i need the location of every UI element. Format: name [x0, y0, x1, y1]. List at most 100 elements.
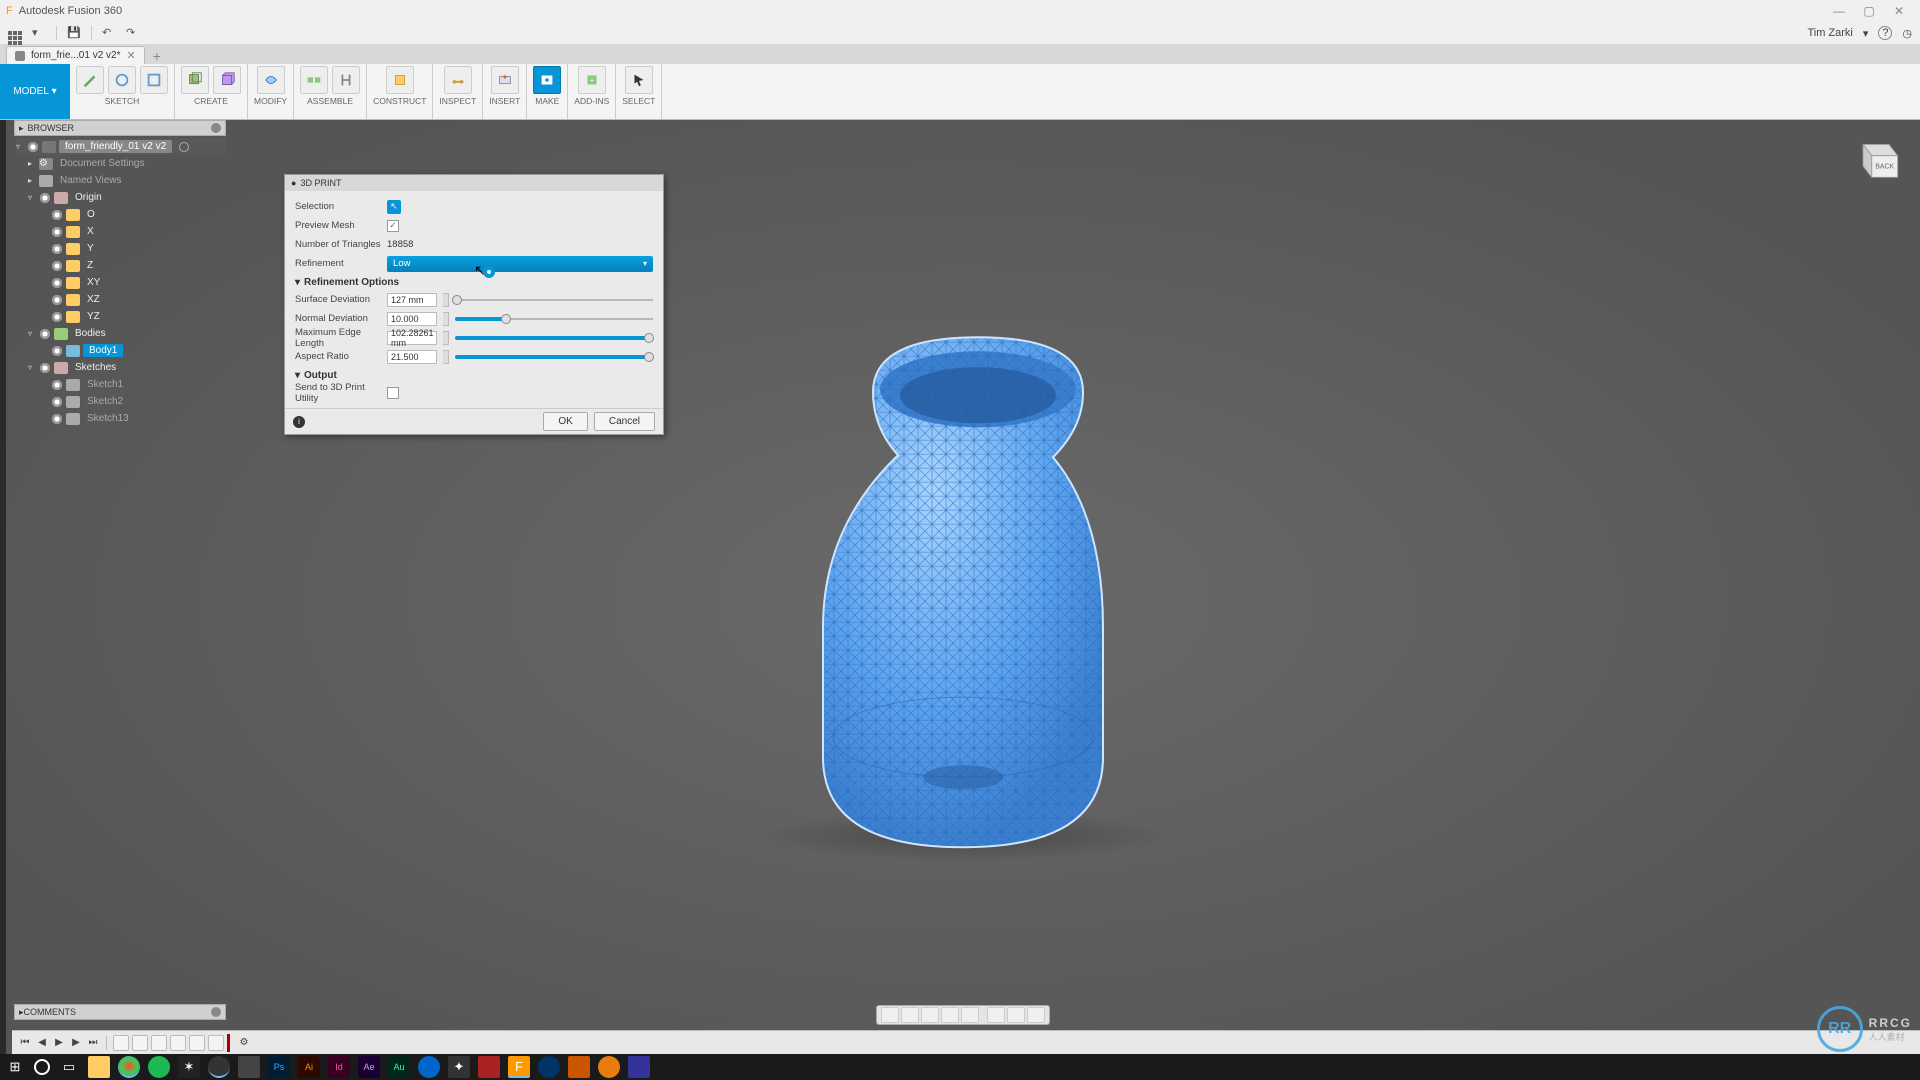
3d-viewport[interactable]: ▸ BROWSER ▿form_friendly_01 v2 v2 ▸⚙Docu…	[6, 120, 1920, 1080]
task-app8[interactable]	[628, 1056, 650, 1078]
task-app5[interactable]	[478, 1056, 500, 1078]
cancel-button[interactable]: Cancel	[594, 412, 655, 431]
task-ae[interactable]: Ae	[358, 1056, 380, 1078]
timeline-settings-icon[interactable]: ⚙	[237, 1036, 251, 1050]
task-app4[interactable]: ✦	[448, 1056, 470, 1078]
close-button[interactable]: ✕	[1884, 4, 1914, 18]
timeline-play[interactable]: ▶	[52, 1036, 66, 1050]
help-icon[interactable]: ?	[1878, 26, 1892, 40]
task-fusion[interactable]: F	[508, 1056, 530, 1078]
timeline-feature-6[interactable]	[208, 1035, 224, 1051]
create-tool-2[interactable]	[213, 66, 241, 94]
addins-tool[interactable]: +	[578, 66, 606, 94]
task-app2[interactable]	[238, 1056, 260, 1078]
tree-body1[interactable]: Body1	[16, 342, 226, 359]
refinement-dropdown[interactable]: Low▾	[387, 256, 653, 272]
sketch-tool-3[interactable]	[140, 66, 168, 94]
task-ps[interactable]: Ps	[268, 1056, 290, 1078]
output-section[interactable]: ▾Output	[295, 370, 653, 381]
insert-tool[interactable]	[491, 66, 519, 94]
info-icon[interactable]: i	[293, 416, 305, 428]
comments-panel-header[interactable]: ▸COMMENTS	[14, 1004, 226, 1020]
viewcube[interactable]: BACK	[1850, 134, 1902, 186]
task-explorer[interactable]	[88, 1056, 110, 1078]
sketch-tool-1[interactable]	[76, 66, 104, 94]
tree-origin[interactable]: ▿Origin	[16, 189, 226, 206]
task-ai[interactable]: Ai	[298, 1056, 320, 1078]
task-app7[interactable]	[568, 1056, 590, 1078]
viewport-layout[interactable]	[1027, 1007, 1045, 1023]
save-icon[interactable]: 💾	[67, 26, 81, 40]
tree-sketch13[interactable]: Sketch13	[16, 410, 226, 427]
selection-picker[interactable]: ↖	[387, 200, 401, 214]
tab-close-icon[interactable]: ✕	[126, 49, 135, 62]
user-name[interactable]: Tim Zarki	[1807, 27, 1852, 39]
workspace-switcher[interactable]: MODEL ▾	[0, 64, 70, 119]
tree-origin-o[interactable]: O	[16, 206, 226, 223]
tree-origin-x[interactable]: X	[16, 223, 226, 240]
select-tool[interactable]	[625, 66, 653, 94]
tree-sketch2[interactable]: Sketch2	[16, 393, 226, 410]
tree-sketches[interactable]: ▿Sketches	[16, 359, 226, 376]
ok-button[interactable]: OK	[543, 412, 587, 431]
task-au[interactable]: Au	[388, 1056, 410, 1078]
surface-dev-slider[interactable]	[455, 293, 653, 307]
user-menu-caret[interactable]: ▾	[1863, 27, 1869, 40]
tree-doc-settings[interactable]: ▸⚙Document Settings	[16, 155, 226, 172]
timeline-prev[interactable]: ◀	[35, 1036, 49, 1050]
timeline-feature-4[interactable]	[170, 1035, 186, 1051]
tree-origin-y[interactable]: Y	[16, 240, 226, 257]
nav-orbit[interactable]	[881, 1007, 899, 1023]
timeline-feature-2[interactable]	[132, 1035, 148, 1051]
preview-checkbox[interactable]: ✓	[387, 220, 399, 232]
normal-dev-slider[interactable]	[455, 312, 653, 326]
surface-dev-input[interactable]: 127 mm	[387, 293, 437, 307]
activate-icon[interactable]	[179, 142, 189, 152]
cortana-icon[interactable]	[34, 1059, 50, 1075]
task-obs[interactable]	[208, 1056, 230, 1078]
task-blender[interactable]	[598, 1056, 620, 1078]
assemble-tool-1[interactable]	[300, 66, 328, 94]
sketch-tool-2[interactable]	[108, 66, 136, 94]
start-button[interactable]: ⊞	[4, 1056, 26, 1078]
task-app3[interactable]	[418, 1056, 440, 1078]
grid-settings[interactable]	[1007, 1007, 1025, 1023]
aspect-input[interactable]: 21.500	[387, 350, 437, 364]
tree-origin-xz[interactable]: XZ	[16, 291, 226, 308]
comments-settings-icon[interactable]	[211, 1007, 221, 1017]
nav-fit[interactable]	[961, 1007, 979, 1023]
task-app6[interactable]	[538, 1056, 560, 1078]
browser-settings-icon[interactable]	[211, 123, 221, 133]
modify-tool[interactable]	[257, 66, 285, 94]
timeline-feature-3[interactable]	[151, 1035, 167, 1051]
task-spotify[interactable]	[148, 1056, 170, 1078]
construct-tool[interactable]	[386, 66, 414, 94]
tree-origin-xy[interactable]: XY	[16, 274, 226, 291]
maximize-button[interactable]: ▢	[1854, 4, 1884, 18]
tree-named-views[interactable]: ▸Named Views	[16, 172, 226, 189]
send-checkbox[interactable]	[387, 387, 399, 399]
maxedge-slider[interactable]	[455, 331, 653, 345]
display-settings[interactable]	[987, 1007, 1005, 1023]
dialog-titlebar[interactable]: ●3D PRINT	[285, 175, 663, 191]
apps-icon[interactable]	[8, 26, 22, 40]
file-menu[interactable]: ▾	[32, 26, 46, 40]
aspect-slider[interactable]	[455, 350, 653, 364]
new-tab-button[interactable]: +	[147, 48, 167, 64]
undo-icon[interactable]: ↶	[102, 26, 116, 40]
timeline-end[interactable]: ⏭	[86, 1036, 100, 1050]
clock-icon[interactable]: ◷	[1902, 27, 1912, 40]
browser-panel-header[interactable]: ▸ BROWSER	[14, 120, 226, 136]
timeline-marker[interactable]	[227, 1034, 230, 1052]
document-tab[interactable]: form_frie...01 v2 v2* ✕	[6, 46, 145, 64]
inspect-tool[interactable]	[444, 66, 472, 94]
assemble-tool-2[interactable]	[332, 66, 360, 94]
tree-sketch1[interactable]: Sketch1	[16, 376, 226, 393]
maxedge-input[interactable]: 102.28261 mm	[387, 331, 437, 345]
make-3dprint-tool[interactable]	[533, 66, 561, 94]
task-id[interactable]: Id	[328, 1056, 350, 1078]
nav-look[interactable]	[901, 1007, 919, 1023]
tree-root[interactable]: ▿form_friendly_01 v2 v2	[16, 138, 226, 155]
task-chrome[interactable]	[118, 1056, 140, 1078]
redo-icon[interactable]: ↷	[126, 26, 140, 40]
